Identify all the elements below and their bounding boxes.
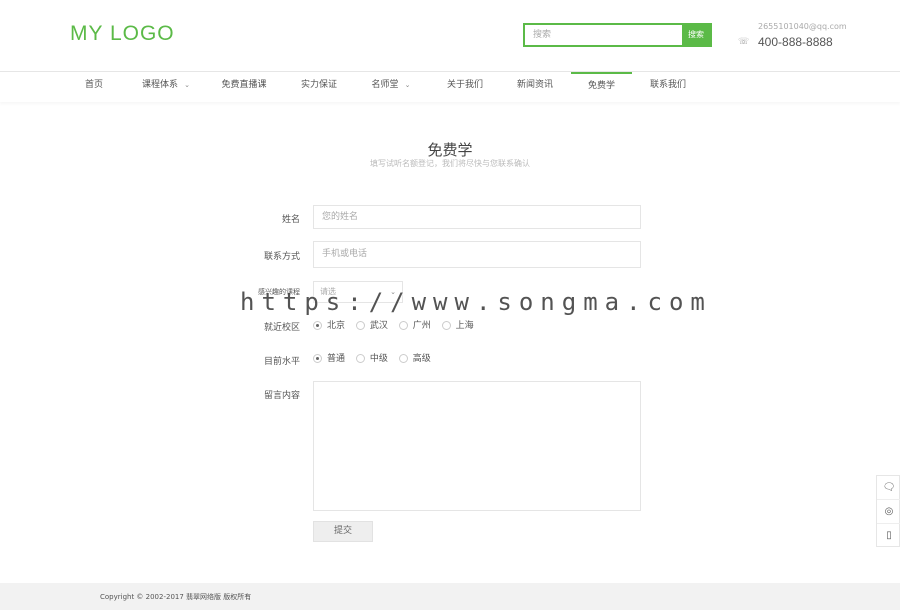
campus-option-beijing[interactable]: 北京 [313,318,345,331]
search-button[interactable]: 搜索 [682,25,710,45]
radio-icon[interactable] [441,321,451,330]
logo[interactable]: MY LOGO [70,22,175,46]
nav-item-teachers[interactable]: 名师堂 ⌄ [358,72,424,101]
chevron-down-icon: ⌄ [390,288,396,296]
nav-item-guarantee[interactable]: 实力保证 [290,72,348,101]
level-option-normal[interactable]: 普通 [313,351,345,364]
radio-checked-icon[interactable] [313,354,322,363]
campus-option-wuhan[interactable]: 武汉 [355,318,388,331]
course-select[interactable]: 请选 ⌄ [313,281,403,303]
level-option-advanced[interactable]: 高级 [398,351,431,364]
header: MY LOGO 搜索 2655101040@qq.com ☏ 400-888-8… [0,0,900,72]
campus-option-shanghai[interactable]: 上海 [441,318,474,331]
nav-item-news[interactable]: 新闻资讯 [506,72,564,101]
nav-item-courses[interactable]: 课程体系 ⌄ [130,72,202,101]
level-label: 目前水平 [263,357,300,367]
nav-item-home[interactable]: 首页 [70,72,118,101]
mobile-icon[interactable]: ▯ [877,524,900,548]
submit-button[interactable]: 提交 [313,521,373,542]
radio-icon[interactable] [355,321,365,330]
nav-item-contact[interactable]: 联系我们 [640,72,696,101]
radio-icon[interactable] [355,354,365,363]
chat-icon[interactable]: 🗨 [877,476,900,500]
nav-item-about[interactable]: 关于我们 [436,72,494,101]
nav-item-live[interactable]: 免费直播课 [210,72,278,101]
name-label: 姓名 [281,215,300,225]
phone-icon: ☏ [738,37,750,47]
name-input[interactable]: 您的姓名 [313,205,641,229]
level-radio-group: 普通 中级 高级 [313,351,439,364]
nav-item-free-study[interactable]: 免费学 [571,72,632,101]
contact-input[interactable]: 手机或电话 [313,241,641,268]
search-input[interactable] [525,25,684,45]
campus-option-guangzhou[interactable]: 广州 [398,318,431,331]
chevron-down-icon: ⌄ [404,81,411,89]
campus-radio-group: 北京 武汉 广州 上海 [313,318,482,331]
radio-checked-icon[interactable] [313,321,322,330]
copyright: Copyright © 2002-2017 翡翠网络版 版权所有 [100,593,252,601]
campus-label: 就近校区 [263,323,300,333]
page-subtitle: 填写试听名额登记，我们将尽快与您联系确认 [370,159,530,168]
message-label: 留言内容 [263,391,300,401]
search-box: 搜索 [523,23,712,47]
side-toolbar: 🗨 ◎ ▯ [876,475,900,547]
contact-email: 2655101040@qq.com [758,22,847,31]
level-option-intermediate[interactable]: 中级 [355,351,388,364]
radio-icon[interactable] [398,354,408,363]
course-label: 感兴趣的课程 [258,288,300,296]
message-textarea[interactable] [313,381,641,511]
radio-icon[interactable] [398,321,408,330]
weibo-icon[interactable]: ◎ [877,500,900,524]
footer: Copyright © 2002-2017 翡翠网络版 版权所有 [0,583,900,610]
chevron-down-icon: ⌄ [184,81,190,89]
page-title: 免费学 [427,141,473,159]
watermark: https://www.songma.com [240,288,712,316]
contact-label: 联系方式 [263,252,300,262]
contact-phone: 400-888-8888 [758,35,833,49]
main-nav: 首页 课程体系 ⌄ 免费直播课 实力保证 名师堂 ⌄ 关于我们 新闻资讯 免费学 联… [0,72,900,102]
